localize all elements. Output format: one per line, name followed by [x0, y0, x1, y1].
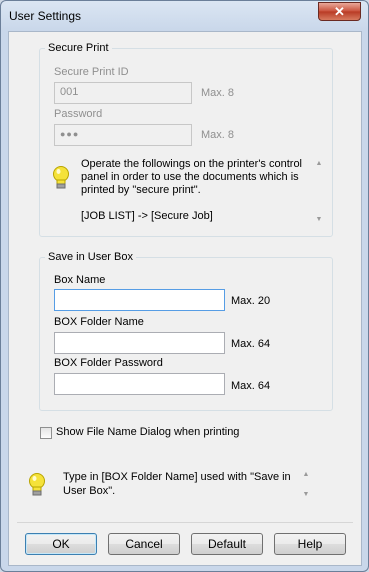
secure-print-id-label: Secure Print ID	[54, 66, 129, 78]
dialog-body: Secure Print Secure Print ID 001 Max. 8 …	[8, 31, 362, 566]
show-file-name-label[interactable]: Show File Name Dialog when printing	[56, 426, 239, 438]
box-name-field[interactable]	[54, 289, 225, 311]
cancel-button[interactable]: Cancel	[108, 533, 180, 555]
secure-print-id-field[interactable]: 001	[54, 82, 192, 104]
title-bar[interactable]: User Settings ✕	[1, 1, 368, 31]
folder-password-label: BOX Folder Password	[54, 357, 163, 369]
show-file-name-checkbox[interactable]	[40, 427, 52, 439]
folder-name-max: Max. 64	[231, 338, 271, 350]
folder-name-field[interactable]	[54, 332, 225, 354]
close-button[interactable]: ✕	[318, 2, 361, 21]
user-box-legend: Save in User Box	[48, 251, 133, 263]
info-line-4: [JOB LIST] -> [Secure Job]	[81, 210, 213, 222]
hint-scroll-up-arrow-icon[interactable]: ▲	[300, 471, 312, 478]
password-max: Max. 8	[201, 129, 235, 141]
info-line-3: printed by "secure print".	[81, 184, 201, 196]
default-button[interactable]: Default	[191, 533, 263, 555]
secure-print-legend: Secure Print	[48, 42, 109, 54]
hint-line-1: Type in [BOX Folder Name] used with "Sav…	[63, 471, 291, 483]
hint-box: Type in [BOX Folder Name] used with "Sav…	[24, 466, 314, 506]
hint-scrollbar[interactable]: ▲ ▼	[300, 466, 312, 506]
info-scrollbar[interactable]: ▲ ▼	[313, 154, 325, 228]
password-field[interactable]: ●●●	[54, 124, 192, 146]
scroll-down-arrow-icon[interactable]: ▼	[313, 216, 325, 223]
info-line-1: Operate the followings on the printer's …	[81, 158, 302, 170]
box-name-label: Box Name	[54, 274, 106, 286]
hint-line-2: User Box".	[63, 485, 116, 497]
info-line-2: panel in order to use the documents whic…	[81, 171, 299, 183]
folder-password-max: Max. 64	[231, 380, 271, 392]
window-title: User Settings	[9, 9, 82, 23]
secure-print-id-max: Max. 8	[201, 87, 235, 99]
help-button[interactable]: Help	[274, 533, 346, 555]
user-settings-dialog: User Settings ✕ Secure Print Secure Prin…	[0, 0, 369, 572]
box-name-max: Max. 20	[231, 295, 271, 307]
secure-print-info-box: Operate the followings on the printer's …	[49, 154, 325, 228]
hint-scroll-down-arrow-icon[interactable]: ▼	[300, 491, 312, 498]
folder-name-label: BOX Folder Name	[54, 316, 144, 328]
close-icon: ✕	[334, 4, 345, 19]
scroll-up-arrow-icon[interactable]: ▲	[313, 160, 325, 167]
ok-button[interactable]: OK	[25, 533, 97, 555]
hint-lightbulb-icon	[29, 473, 45, 496]
password-label: Password	[54, 108, 103, 120]
lightbulb-icon	[53, 166, 69, 189]
separator	[17, 522, 353, 523]
folder-password-field[interactable]	[54, 373, 225, 395]
